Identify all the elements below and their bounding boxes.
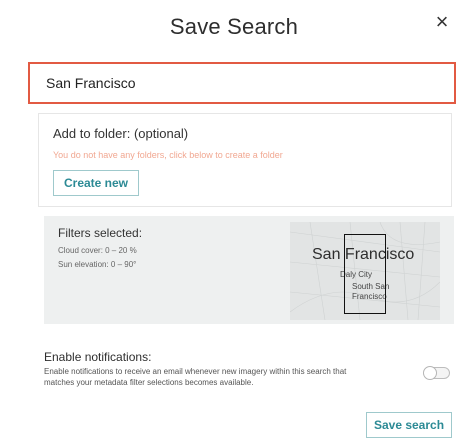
map-thumbnail: San Francisco Daly City South San Franci… (290, 222, 440, 320)
folder-hint: You do not have any folders, click below… (53, 150, 283, 160)
filters-title: Filters selected: (58, 226, 143, 240)
search-name-field (28, 62, 456, 104)
area-of-interest-box (344, 234, 386, 314)
toggle-knob (423, 366, 437, 380)
search-name-input[interactable] (30, 64, 454, 102)
notifications-description: Enable notifications to receive an email… (44, 367, 347, 387)
filter-cloud-cover: Cloud cover: 0 – 20 % (58, 246, 137, 255)
dialog-title: Save Search (169, 14, 299, 39)
notifications-title: Enable notifications: (44, 350, 152, 364)
filters-summary: Filters selected: Cloud cover: 0 – 20 % … (44, 216, 454, 324)
create-folder-button[interactable]: Create new (53, 170, 139, 196)
folder-label: Add to folder: (optional) (53, 126, 189, 141)
folder-section: Add to folder: (optional) You do not hav… (38, 113, 452, 207)
filter-sun-elevation: Sun elevation: 0 – 90° (58, 260, 137, 269)
save-search-button[interactable]: Save search (366, 412, 452, 438)
close-icon[interactable]: × (430, 10, 454, 34)
notifications-toggle[interactable] (423, 366, 450, 380)
save-search-dialog: Save Search × Add to folder: (optional) … (0, 0, 468, 438)
